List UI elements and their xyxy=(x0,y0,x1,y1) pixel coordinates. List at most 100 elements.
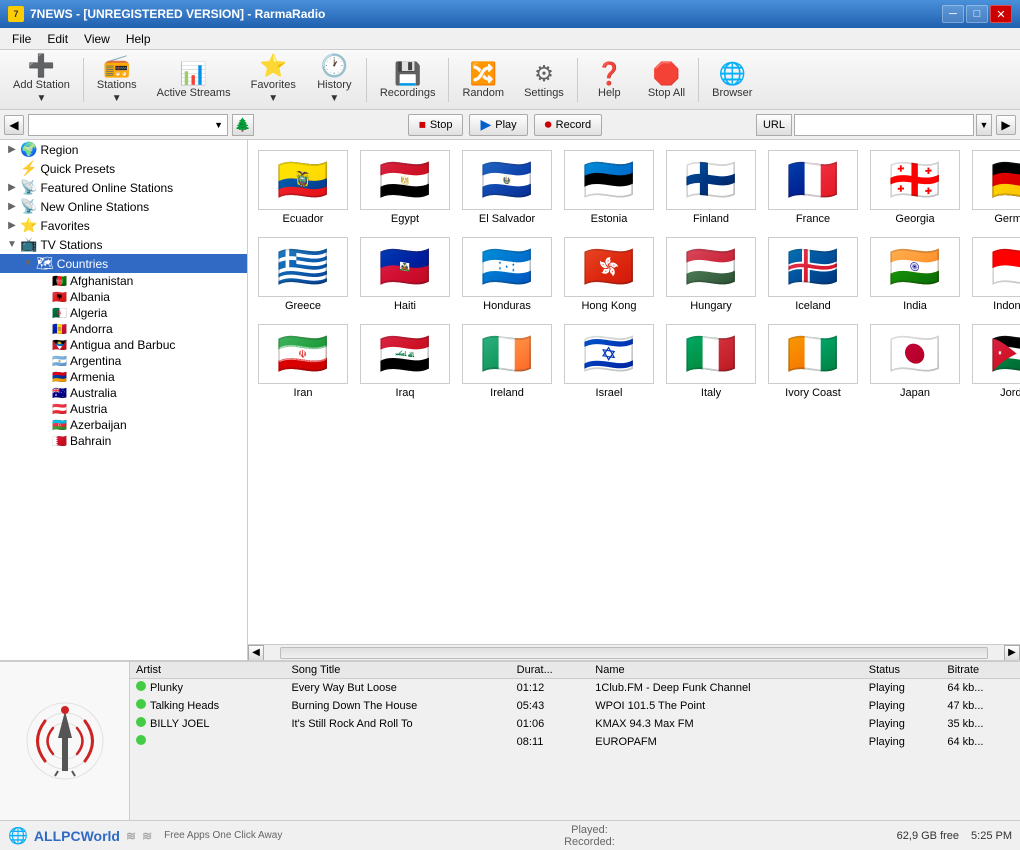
browser-button[interactable]: 🌐 Browser xyxy=(703,54,761,106)
tree-view-button[interactable]: 🌲 xyxy=(232,114,254,136)
np-row-3[interactable]: 08:11EUROPAFMPlaying64 kb... xyxy=(130,733,1020,751)
country-cell-italy[interactable]: 🇮🇹Italy xyxy=(664,322,758,401)
country-cell-ivory-coast[interactable]: 🇨🇮Ivory Coast xyxy=(766,322,860,401)
tree-albania[interactable]: 🇦🇱 Albania xyxy=(0,289,247,305)
country-cell-el-salvador[interactable]: 🇸🇻El Salvador xyxy=(460,148,554,227)
right-panel: 🇪🇨Ecuador🇪🇬Egypt🇸🇻El Salvador🇪🇪Estonia🇫🇮… xyxy=(248,140,1020,660)
country-cell-hungary[interactable]: 🇭🇺Hungary xyxy=(664,235,758,314)
add-station-arrow[interactable]: ▼ xyxy=(35,91,47,106)
np-row-0[interactable]: PlunkyEvery Way But Loose01:121Club.FM -… xyxy=(130,679,1020,697)
country-cell-greece[interactable]: 🇬🇷Greece xyxy=(256,235,350,314)
h-scroll-thumb[interactable] xyxy=(280,647,988,659)
favorites-button[interactable]: ⭐ Favorites ▼ xyxy=(242,54,305,106)
settings-button[interactable]: ⚙ Settings xyxy=(515,54,573,106)
tree-andorra[interactable]: 🇦🇩 Andorra xyxy=(0,321,247,337)
countries-toggle: ▼ xyxy=(20,258,36,269)
country-cell-india[interactable]: 🇮🇳India xyxy=(868,235,962,314)
np-duration-2: 01:06 xyxy=(511,715,590,733)
country-cell-hong-kong[interactable]: 🇭🇰Hong Kong xyxy=(562,235,656,314)
h-scroll-right[interactable]: ▶ xyxy=(1004,645,1020,661)
menu-file[interactable]: File xyxy=(4,30,39,48)
alg-flag: 🇩🇿 xyxy=(52,306,67,320)
tree-favorites[interactable]: ▶ ⭐ Favorites xyxy=(0,216,247,235)
tree-tv-stations[interactable]: ▼ 📺 TV Stations xyxy=(0,235,247,254)
col-status: Status xyxy=(863,662,942,679)
url-dropdown[interactable]: ▼ xyxy=(976,114,992,136)
tree-austria[interactable]: 🇦🇹 Austria xyxy=(0,401,247,417)
h-scroll-left[interactable]: ◀ xyxy=(248,645,264,661)
bah-flag: 🇧🇭 xyxy=(52,434,67,448)
menu-view[interactable]: View xyxy=(76,30,118,48)
tree-new-online[interactable]: ▶ 📡 New Online Stations xyxy=(0,197,247,216)
stations-arrow[interactable]: ▼ xyxy=(111,91,123,106)
favorites-arrow[interactable]: ▼ xyxy=(267,91,279,106)
country-cell-indonesia[interactable]: 🇮🇩Indonesia xyxy=(970,235,1020,314)
np-row-1[interactable]: Talking HeadsBurning Down The House05:43… xyxy=(130,697,1020,715)
country-cell-jordan[interactable]: 🇯🇴Jordan xyxy=(970,322,1020,401)
minimize-button[interactable]: ─ xyxy=(942,5,964,23)
tree-countries[interactable]: ▼ 🗺 Countries xyxy=(0,254,247,273)
country-cell-iran[interactable]: 🇮🇷Iran xyxy=(256,322,350,401)
horizontal-scrollbar[interactable]: ◀ ▶ xyxy=(248,644,1020,660)
random-label: Random xyxy=(462,87,504,99)
add-station-button[interactable]: ➕ Add Station ▼ xyxy=(4,54,79,106)
stations-button[interactable]: 📻 Stations ▼ xyxy=(88,54,146,106)
bottom-area: Artist Song Title Durat... Name Status B… xyxy=(0,660,1020,820)
app-icon: 7 xyxy=(8,6,24,22)
main-content: ▶ 🌍 Region ⚡ Quick Presets ▶ 📡 Featured … xyxy=(0,140,1020,660)
country-cell-ecuador[interactable]: 🇪🇨Ecuador xyxy=(256,148,350,227)
country-cell-estonia[interactable]: 🇪🇪Estonia xyxy=(562,148,656,227)
country-cell-israel[interactable]: 🇮🇱Israel xyxy=(562,322,656,401)
country-cell-iraq[interactable]: 🇮🇶Iraq xyxy=(358,322,452,401)
help-button[interactable]: ❓ Help xyxy=(582,54,637,106)
country-cell-georgia[interactable]: 🇬🇪Georgia xyxy=(868,148,962,227)
flag-finland: 🇫🇮 xyxy=(666,150,756,210)
record-button[interactable]: ⏺ Record xyxy=(534,114,602,136)
country-cell-ireland[interactable]: 🇮🇪Ireland xyxy=(460,322,554,401)
country-cell-france[interactable]: 🇫🇷France xyxy=(766,148,860,227)
np-row-2[interactable]: BILLY JOELIt's Still Rock And Roll To01:… xyxy=(130,715,1020,733)
country-cell-egypt[interactable]: 🇪🇬Egypt xyxy=(358,148,452,227)
left-panel: ▶ 🌍 Region ⚡ Quick Presets ▶ 📡 Featured … xyxy=(0,140,248,660)
menu-help[interactable]: Help xyxy=(118,30,159,48)
nav-forward-button[interactable]: ▶ xyxy=(996,115,1016,135)
recordings-button[interactable]: 💾 Recordings xyxy=(371,54,445,106)
close-button[interactable]: ✕ xyxy=(990,5,1012,23)
favorites-icon: ⭐ xyxy=(20,217,37,234)
tree-afghanistan[interactable]: 🇦🇫 Afghanistan xyxy=(0,273,247,289)
tree-algeria[interactable]: 🇩🇿 Algeria xyxy=(0,305,247,321)
url-input[interactable] xyxy=(794,114,974,136)
logo-wave2: ≋ xyxy=(142,829,152,843)
stop-button[interactable]: ⏹ Stop xyxy=(408,114,464,136)
country-cell-germany[interactable]: 🇩🇪Germany xyxy=(970,148,1020,227)
tree-region[interactable]: ▶ 🌍 Region xyxy=(0,140,247,159)
status-bar: 🌐 ALLPCWorld ≋ ≋ Free Apps One Click Awa… xyxy=(0,820,1020,850)
menu-edit[interactable]: Edit xyxy=(39,30,76,48)
maximize-button[interactable]: □ xyxy=(966,5,988,23)
address-combo[interactable]: ▼ xyxy=(28,114,228,136)
country-cell-finland[interactable]: 🇫🇮Finland xyxy=(664,148,758,227)
stop-all-button[interactable]: 🛑 Stop All xyxy=(639,54,694,106)
tree-australia[interactable]: 🇦🇺 Australia xyxy=(0,385,247,401)
country-cell-honduras[interactable]: 🇭🇳Honduras xyxy=(460,235,554,314)
tree-argentina[interactable]: 🇦🇷 Argentina xyxy=(0,353,247,369)
country-cell-iceland[interactable]: 🇮🇸Iceland xyxy=(766,235,860,314)
tree-antigua[interactable]: 🇦🇬 Antigua and Barbuc xyxy=(0,337,247,353)
nav-back-button[interactable]: ◀ xyxy=(4,115,24,135)
history-button[interactable]: 🕐 History ▼ xyxy=(307,54,362,106)
country-cell-japan[interactable]: 🇯🇵Japan xyxy=(868,322,962,401)
history-arrow[interactable]: ▼ xyxy=(328,91,340,106)
tree-featured[interactable]: ▶ 📡 Featured Online Stations xyxy=(0,178,247,197)
and-flag: 🇦🇩 xyxy=(52,322,67,336)
random-button[interactable]: 🔀 Random xyxy=(453,54,513,106)
np-bitrate-3: 64 kb... xyxy=(941,733,1020,751)
tree-quick-presets[interactable]: ⚡ Quick Presets xyxy=(0,159,247,178)
tree-azerbaijan[interactable]: 🇦🇿 Azerbaijan xyxy=(0,417,247,433)
tree-armenia[interactable]: 🇦🇲 Armenia xyxy=(0,369,247,385)
clock: 5:25 PM xyxy=(971,830,1012,842)
play-button[interactable]: ▶ Play xyxy=(469,114,527,136)
active-streams-button[interactable]: 📊 Active Streams xyxy=(148,54,240,106)
country-cell-haiti[interactable]: 🇭🇹Haiti xyxy=(358,235,452,314)
np-status-0: Playing xyxy=(863,679,942,697)
tree-bahrain[interactable]: 🇧🇭 Bahrain xyxy=(0,433,247,449)
